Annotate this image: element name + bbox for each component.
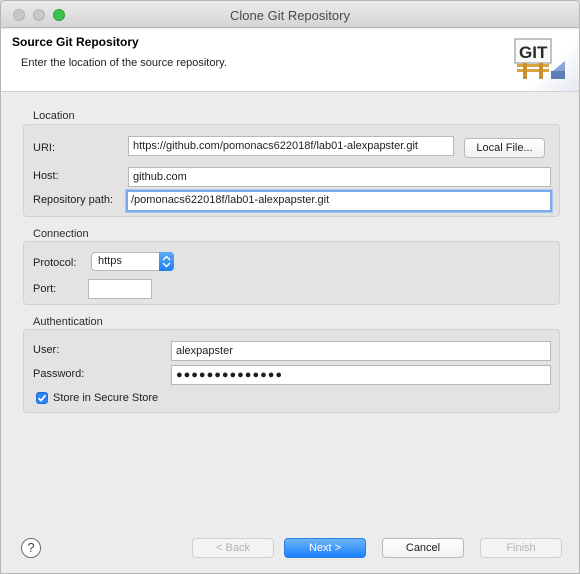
- page-description: Enter the location of the source reposit…: [21, 57, 227, 69]
- store-secure-label[interactable]: Store in Secure Store: [53, 392, 158, 404]
- uri-input[interactable]: https://github.com/pomonacs622018f/lab01…: [128, 136, 454, 156]
- user-input[interactable]: alexpapster: [171, 341, 551, 361]
- uri-label: URI:: [33, 142, 55, 154]
- authentication-group: User: alexpapster Password: ●●●●●●●●●●●●…: [23, 329, 560, 413]
- git-logo-icon: GIT: [514, 38, 565, 79]
- host-label: Host:: [33, 170, 59, 182]
- password-input[interactable]: ●●●●●●●●●●●●●●: [171, 365, 551, 385]
- finish-button[interactable]: Finish: [480, 538, 562, 558]
- protocol-select[interactable]: https: [91, 252, 174, 271]
- repository-path-input[interactable]: /pomonacs622018f/lab01-alexpapster.git: [126, 190, 552, 212]
- next-button[interactable]: Next >: [284, 538, 366, 558]
- cancel-button[interactable]: Cancel: [382, 538, 464, 558]
- local-file-button[interactable]: Local File...: [464, 138, 545, 158]
- port-label: Port:: [33, 283, 57, 295]
- git-logo-text: GIT: [519, 43, 548, 62]
- location-group-label: Location: [33, 110, 75, 122]
- page-title: Source Git Repository: [12, 35, 139, 49]
- protocol-value: https: [98, 255, 122, 267]
- wizard-header: Source Git Repository Enter the location…: [1, 29, 579, 92]
- port-input[interactable]: [88, 279, 152, 299]
- password-label: Password:: [33, 368, 85, 380]
- window-title: Clone Git Repository: [230, 8, 350, 23]
- title-bar[interactable]: Clone Git Repository: [1, 1, 579, 28]
- protocol-label: Protocol:: [33, 257, 77, 269]
- help-icon[interactable]: ?: [21, 538, 41, 558]
- user-label: User:: [33, 344, 60, 356]
- checkmark-icon: [37, 394, 47, 402]
- connection-group: Protocol: https Port:: [23, 241, 560, 305]
- clone-git-dialog: Clone Git Repository Source Git Reposito…: [0, 0, 580, 574]
- location-group: URI: https://github.com/pomonacs622018f/…: [23, 124, 560, 217]
- connection-group-label: Connection: [33, 228, 89, 240]
- back-button[interactable]: < Back: [192, 538, 274, 558]
- store-secure-checkbox[interactable]: [36, 392, 48, 404]
- authentication-group-label: Authentication: [33, 316, 103, 328]
- select-arrows-icon: [159, 252, 174, 271]
- repository-path-label: Repository path:: [33, 194, 114, 206]
- host-input[interactable]: github.com: [128, 167, 551, 187]
